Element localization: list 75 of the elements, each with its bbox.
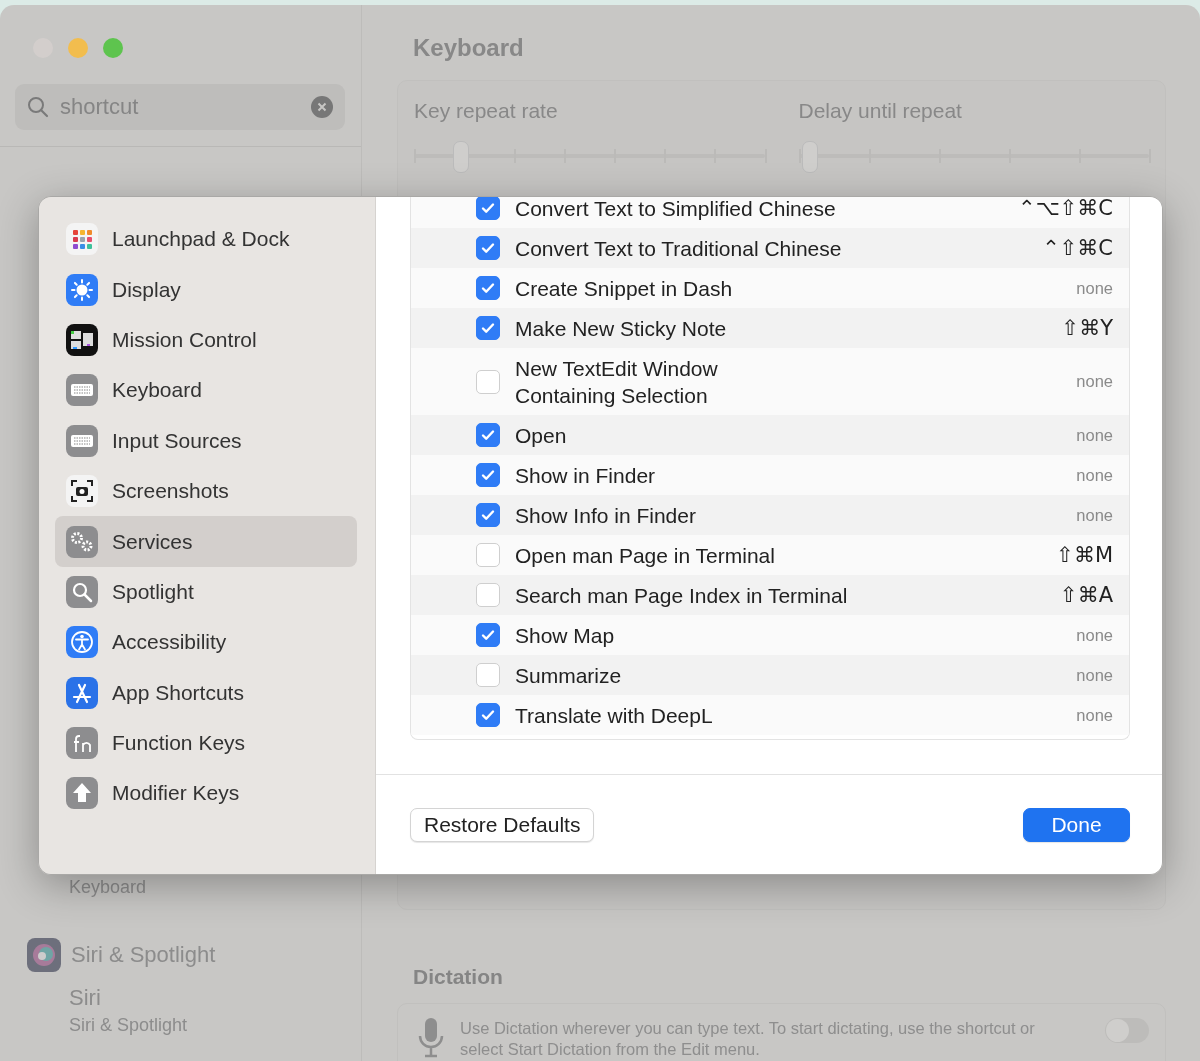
check-icon [480,280,496,296]
check-icon [480,240,496,256]
grid-icon [65,222,99,257]
sidebar-item[interactable]: Accessibility [55,617,357,668]
sidebar-item[interactable]: Mission Control [55,314,357,366]
service-name: Search man Page Index in Terminal [515,582,849,609]
checkbox[interactable] [476,583,500,607]
check-icon [480,427,496,443]
service-name: Open man Page in Terminal [515,542,776,569]
sidebar-item[interactable]: Modifier Keys [55,768,357,819]
checkbox[interactable] [476,623,500,647]
siri-icon [27,938,61,972]
slider-label: Key repeat rate [414,99,559,123]
checkbox[interactable] [476,503,500,527]
fn-icon [65,726,99,761]
sidebar-item[interactable]: Keyboard [55,365,357,416]
sidebar-item[interactable]: Screenshots [55,465,357,517]
checkbox[interactable] [476,663,500,687]
dictation-description: Use Dictation wherever you can type text. To start dictating, use the shortcut or select Start Dictation from the Edit menu. [460,1018,1036,1060]
checkbox[interactable] [476,316,500,340]
service-name: Convert Text to Traditional Chinese [515,235,843,262]
service-name: Open [515,422,568,449]
check-icon [480,507,496,523]
shortcut[interactable]: ⇧⌘A [1060,583,1113,607]
check-icon [480,707,496,723]
service-name: Show in Finder [515,462,657,489]
result-subtitle: Siri & Spotlight [69,1014,189,1037]
search-icon [27,96,49,118]
service-name: Convert Text to Simplified Chinese [515,197,837,222]
sidebar-item[interactable]: App Shortcuts [55,667,357,718]
clear-icon[interactable] [311,96,333,118]
done-button[interactable]: Done [1023,808,1130,842]
sidebar-item[interactable]: Services [55,516,357,567]
keyboard-icon [65,373,99,408]
service-name: Show Info in Finder [515,502,697,529]
check-icon [480,627,496,643]
sidebar-item[interactable]: Function Keys [55,717,357,769]
checkbox[interactable] [476,423,500,447]
checkbox[interactable] [476,197,500,220]
service-name: Translate with DeepL [515,702,714,729]
shortcut[interactable]: ⌃⌥⇧⌘C [1017,197,1113,220]
section-title: Dictation [413,965,504,989]
service-name: New TextEdit Window Containing Selection [515,355,719,409]
check-icon [480,200,496,216]
checkbox[interactable] [476,276,500,300]
microphone-icon [418,1018,444,1058]
camera-icon [65,474,99,509]
accessibility-icon [65,625,99,660]
shortcut[interactable]: ⇧⌘M [1056,543,1113,567]
service-name: Summarize [515,662,623,689]
checkbox[interactable] [476,463,500,487]
window-title: Keyboard [413,34,525,63]
checkbox[interactable] [476,236,500,260]
check-icon [480,467,496,483]
service-name: Show Map [515,622,616,649]
sidebar-item[interactable]: Launchpad & Dock [55,214,357,265]
shortcut[interactable]: ⌃⇧⌘C [1042,236,1113,260]
keyboard-icon [65,423,99,458]
checkbox[interactable] [476,703,500,727]
restore-defaults-button[interactable]: Restore Defaults [410,808,595,842]
service-name: Make New Sticky Note [515,315,728,342]
app-store-icon [65,675,99,710]
checkbox[interactable] [476,543,500,567]
windows-icon [65,322,99,357]
sidebar-item[interactable]: Input Sources [55,415,357,466]
shortcut[interactable]: ⇧⌘Y [1061,316,1113,340]
slider-label: Delay until repeat [798,99,963,123]
sidebar-item[interactable]: Display [55,264,357,315]
service-name: Create Snippet in Dash [515,275,734,302]
gears-icon [65,524,99,559]
sidebar-item[interactable]: Spotlight [55,566,357,618]
check-icon [480,320,496,336]
checkbox[interactable] [476,369,500,394]
sun-icon [65,272,99,307]
search-icon [65,574,99,609]
